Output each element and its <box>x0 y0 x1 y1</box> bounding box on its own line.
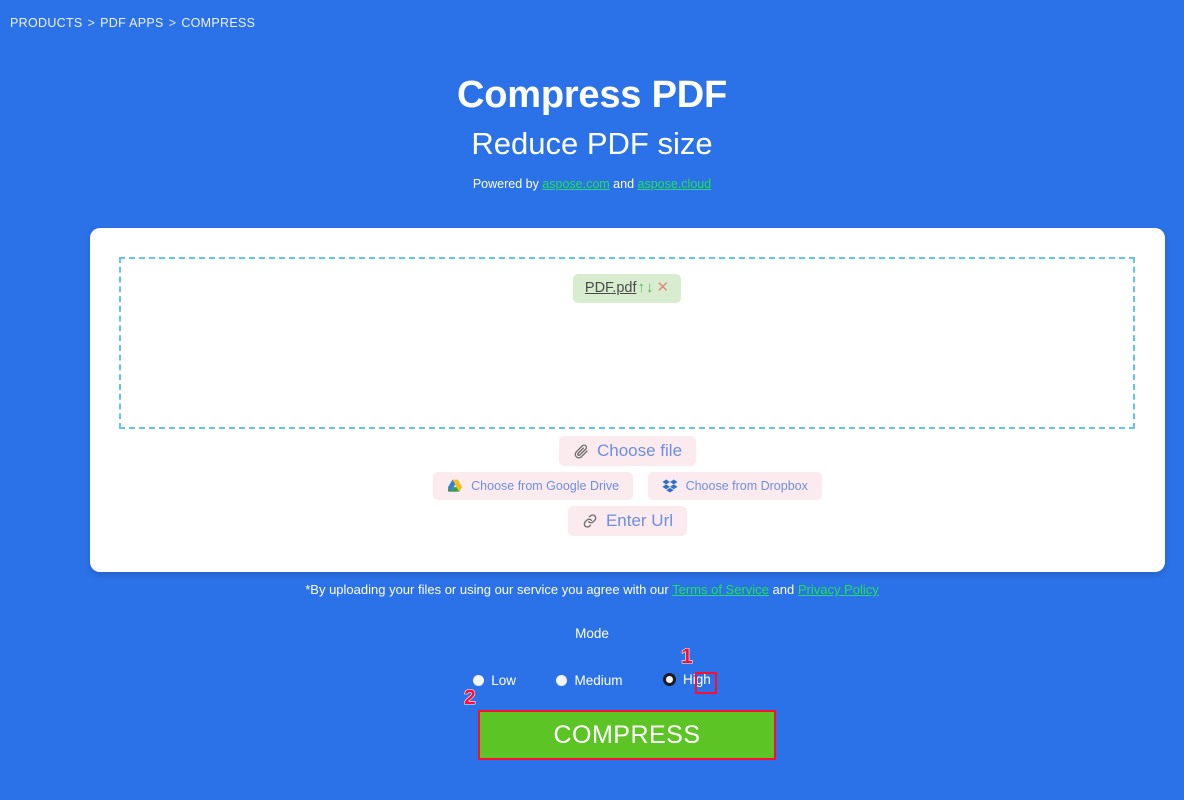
aspose-cloud-link[interactable]: aspose.cloud <box>638 177 712 191</box>
radio-high-icon[interactable] <box>662 673 676 686</box>
paperclip-icon <box>573 443 589 459</box>
dropbox-icon <box>661 478 678 494</box>
terms-middle: and <box>768 582 798 597</box>
powered-by-line: Powered by aspose.com and aspose.cloud <box>0 177 1184 191</box>
dropbox-label: Choose from Dropbox <box>685 479 808 493</box>
choose-file-row: Choose file <box>90 436 1165 466</box>
uploaded-file-chip: PDF.pdf ↑ ↓ ✕ <box>572 274 682 303</box>
enter-url-row: Enter Url <box>90 506 1165 536</box>
terms-notice: *By uploading your files or using our se… <box>0 582 1184 597</box>
compress-button[interactable]: COMPRESS <box>479 711 775 759</box>
breadcrumb-separator: > <box>168 16 177 30</box>
mode-label: Mode <box>575 626 609 641</box>
radio-medium-icon[interactable] <box>556 675 568 686</box>
upload-actions: Choose file Choose from Google Drive Cho… <box>90 436 1165 542</box>
breadcrumb-item-pdf-apps[interactable]: PDF APPS <box>100 16 164 30</box>
powered-by-prefix: Powered by <box>472 177 543 191</box>
choose-file-label: Choose file <box>596 441 683 460</box>
aspose-com-link[interactable]: aspose.com <box>542 177 609 191</box>
cloud-sources-row: Choose from Google Drive Choose from Dro… <box>90 472 1165 500</box>
choose-from-dropbox-button[interactable]: Choose from Dropbox <box>647 472 822 500</box>
annotation-number-1: 1 <box>680 644 693 668</box>
page-subtitle: Reduce PDF size <box>471 126 713 161</box>
link-icon <box>582 513 598 529</box>
file-name-label[interactable]: PDF.pdf <box>585 280 637 296</box>
mode-option-high-label: High <box>682 672 711 687</box>
page-title: Compress PDF <box>456 74 727 116</box>
enter-url-button[interactable]: Enter Url <box>567 506 688 536</box>
mode-option-low-label: Low <box>491 673 517 688</box>
privacy-policy-link[interactable]: Privacy Policy <box>798 582 879 597</box>
breadcrumb-separator: > <box>87 16 96 30</box>
upload-card: PDF.pdf ↑ ↓ ✕ Choose file Choose from Go… <box>90 228 1165 572</box>
breadcrumb: PRODUCTS > PDF APPS > COMPRESS <box>10 16 255 30</box>
file-dropzone[interactable]: PDF.pdf ↑ ↓ ✕ <box>119 257 1135 429</box>
remove-file-icon[interactable]: ✕ <box>657 280 670 296</box>
enter-url-label: Enter Url <box>605 511 674 530</box>
breadcrumb-item-products[interactable]: PRODUCTS <box>10 16 83 30</box>
hero-section: Compress PDF Reduce PDF size Powered by … <box>0 72 1184 191</box>
mode-option-high[interactable]: High <box>662 672 711 687</box>
breadcrumb-item-compress: COMPRESS <box>181 16 256 30</box>
google-drive-label: Choose from Google Drive <box>471 479 620 493</box>
mode-option-medium[interactable]: Medium <box>556 673 623 688</box>
terms-prefix: *By uploading your files or using our se… <box>305 582 673 597</box>
move-file-up-icon[interactable]: ↑ <box>638 280 646 296</box>
google-drive-icon <box>447 478 463 494</box>
choose-from-google-drive-button[interactable]: Choose from Google Drive <box>433 472 634 500</box>
powered-by-middle: and <box>609 177 638 191</box>
compress-button-wrap: COMPRESS <box>479 711 775 759</box>
choose-file-button[interactable]: Choose file <box>558 436 697 466</box>
terms-of-service-link[interactable]: Terms of Service <box>672 582 769 597</box>
mode-option-medium-label: Medium <box>574 673 623 688</box>
move-file-down-icon[interactable]: ↓ <box>646 280 654 296</box>
radio-low-icon[interactable] <box>473 675 485 686</box>
mode-radio-group: Low Medium High <box>0 672 1184 691</box>
mode-option-low[interactable]: Low <box>473 673 516 688</box>
